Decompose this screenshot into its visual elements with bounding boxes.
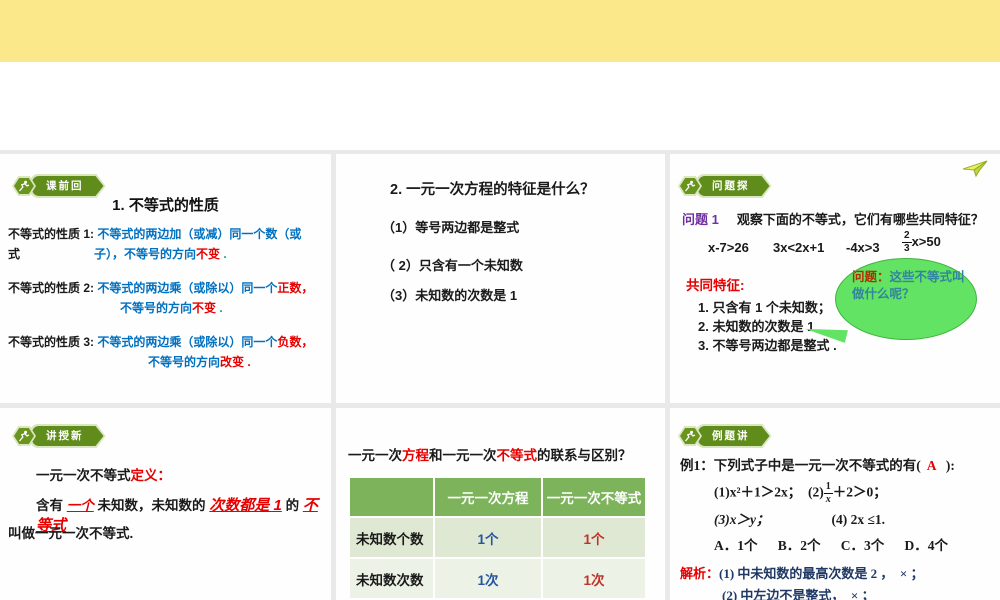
slide-thumbnail-2[interactable]: 2. 一元一次方程的特征是什么？ （1）等号两边都是整式 （ 2）只含有一个未知… xyxy=(336,154,665,403)
table-header-inequality: 一元一次不等式 xyxy=(543,478,645,516)
common-feature-3: 3. 不等号两边都是整式 . xyxy=(698,338,837,353)
example-question: 例1：下列式子中是一元一次不等式的有(A ): xyxy=(680,458,955,473)
paper-plane-icon xyxy=(962,160,988,183)
section-badge-teach: 讲授新 xyxy=(12,424,106,448)
badge-label: 例题讲 xyxy=(698,426,770,446)
slide2-title: 2. 一元一次方程的特征是什么？ xyxy=(390,182,595,198)
comparison-title: 一元一次方程和一元一次不等式的联系与区别？ xyxy=(348,448,632,463)
property-2: 不等式的性质 2: 不等式的两边乘（或除以）同一个正数， 不等号的方向不变 . xyxy=(8,281,314,315)
question-1-line: 问题 1 观察下面的不等式，它们有哪些共同特征？ xyxy=(682,212,984,227)
common-feature-2: 2. 未知数的次数是 1 xyxy=(698,319,815,334)
definition-heading: 一元一次不等式定义： xyxy=(36,468,171,483)
badge-banner: 问题探 xyxy=(696,174,772,198)
fraction-inequality: 2 3 x>50 xyxy=(902,230,941,254)
common-features-label: 共同特征: xyxy=(686,278,745,293)
badge-label: 讲授新 xyxy=(32,426,104,446)
badge-banner: 例题讲 xyxy=(696,424,772,448)
slide-thumbnail-4[interactable]: 讲授新 一元一次不等式定义： 含有 一个 未知数，未知数的 次数都是 1 的 不… xyxy=(0,408,331,600)
badge-label: 问题探 xyxy=(698,176,770,196)
slide-thumbnail-3[interactable]: 问题探 问题 1 观察下面的不等式，它们有哪些共同特征？ x-7>26 3x<2x… xyxy=(670,154,1000,403)
definition-sentence-2: 叫做一元一次不等式. xyxy=(8,526,134,541)
section-badge-explore: 问题探 xyxy=(678,174,772,198)
feature-item-2: （ 2）只含有一个未知数 xyxy=(382,258,523,273)
example-expressions-2: (3)x＞y； (4) 2x ≤1. xyxy=(714,512,886,527)
analysis-line-2: (2) 中左边不是整式， × ； xyxy=(722,588,875,600)
example-expressions-1: (1)x²＋1＞2x； (2) 1 x ＋2＞0； xyxy=(714,481,887,505)
slide-grid: 课前回 1. 不等式的性质 不等式的性质 1: 不等式的两边加（或减）同一个数（… xyxy=(0,150,1000,600)
common-feature-1: 1. 只含有 1 个未知数； xyxy=(698,300,831,315)
slide-thumbnail-6[interactable]: 例题讲 例1：下列式子中是一元一次不等式的有(A ): (1)x²＋1＞2x； … xyxy=(670,408,1000,600)
analysis-line-1: 解析：(1) 中未知数的最高次数是 2 ， × ； xyxy=(680,566,924,581)
property-1: 不等式的性质 1: 不等式的两边加（或减）同一个数（或 式子），不等号的方向不变… xyxy=(8,227,302,261)
slide-sorter-page: 课前回 1. 不等式的性质 不等式的性质 1: 不等式的两边加（或减）同一个数（… xyxy=(0,0,1000,600)
badge-banner: 课前回 xyxy=(30,174,106,198)
property-3: 不等式的性质 3: 不等式的两边乘（或除以）同一个负数， 不等号的方向改变 . xyxy=(8,335,314,369)
slide-thumbnail-1[interactable]: 课前回 1. 不等式的性质 不等式的性质 1: 不等式的两边加（或减）同一个数（… xyxy=(0,154,331,403)
feature-item-3: （3）未知数的次数是 1 xyxy=(382,288,518,303)
badge-banner: 讲授新 xyxy=(30,424,106,448)
table-header-equation: 一元一次方程 xyxy=(435,478,541,516)
top-banner xyxy=(0,0,1000,62)
table-row: 未知数次数 1次 1次 xyxy=(350,559,645,598)
question-speech-bubble: 问题：这些不等式叫做什么呢？ xyxy=(804,258,977,343)
answer-options: A．1个 B．2个 C．3个 D．4个 xyxy=(714,538,949,553)
feature-item-1: （1）等号两边都是整式 xyxy=(382,220,520,235)
section-badge-example: 例题讲 xyxy=(678,424,772,448)
table-header-blank xyxy=(350,478,433,516)
comparison-table: 一元一次方程 一元一次不等式 未知数个数 1个 1个 未知数次数 1次 1次 xyxy=(348,476,647,600)
section-badge-review: 课前回 xyxy=(12,174,106,198)
bubble-text: 问题：这些不等式叫做什么呢？ xyxy=(852,270,965,301)
badge-label: 课前回 xyxy=(32,176,104,196)
slide-thumbnail-5[interactable]: 一元一次方程和一元一次不等式的联系与区别？ 一元一次方程 一元一次不等式 未知数… xyxy=(336,408,665,600)
table-row: 未知数个数 1个 1个 xyxy=(350,518,645,557)
